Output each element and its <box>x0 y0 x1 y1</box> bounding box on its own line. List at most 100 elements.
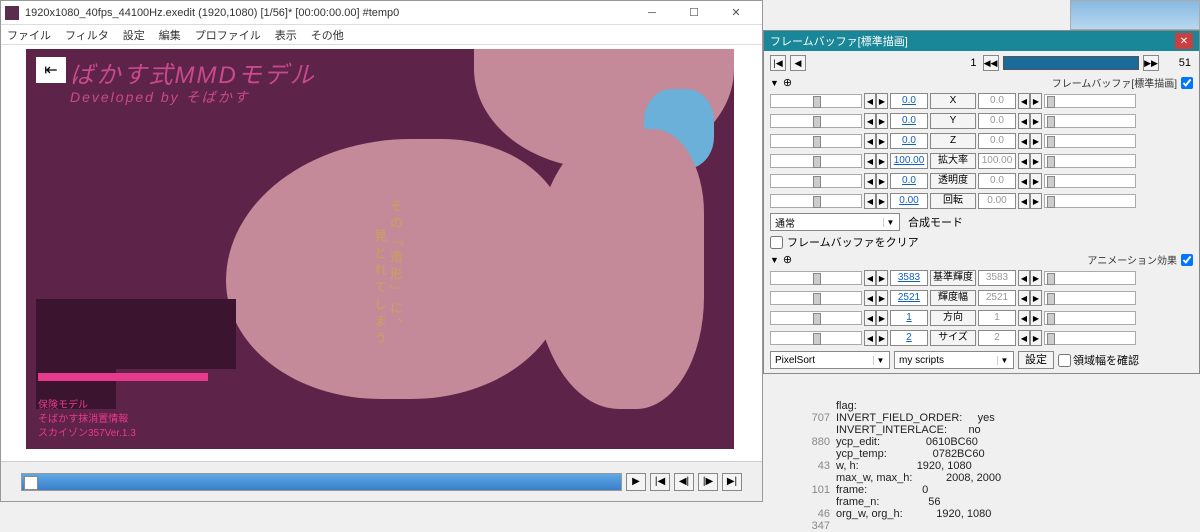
increment-icon[interactable]: ▶ <box>876 270 888 286</box>
value-right[interactable]: 3583 <box>978 270 1016 286</box>
property-name-button[interactable]: 透明度 <box>930 173 976 189</box>
frame-back-icon[interactable]: ◀◀ <box>983 55 999 71</box>
spinner-left[interactable]: ◀▶ <box>864 153 888 169</box>
value-slider-left[interactable] <box>770 311 862 325</box>
value-right[interactable]: 1 <box>978 310 1016 326</box>
region-check-checkbox[interactable] <box>1058 354 1071 367</box>
step-back2-button[interactable]: ◀| <box>674 473 694 491</box>
close-button[interactable]: ✕ <box>722 4 750 22</box>
spinner-left[interactable]: ◀▶ <box>864 93 888 109</box>
increment-icon[interactable]: ▶ <box>1030 93 1042 109</box>
decrement-icon[interactable]: ◀ <box>1018 153 1030 169</box>
step-fwd2-button[interactable]: ▶| <box>722 473 742 491</box>
property-name-button[interactable]: 回転 <box>930 193 976 209</box>
menu-other[interactable]: その他 <box>311 27 344 43</box>
property-name-button[interactable]: 輝度幅 <box>930 290 976 306</box>
spinner-right[interactable]: ◀▶ <box>1018 310 1042 326</box>
property-name-button[interactable]: 方向 <box>930 310 976 326</box>
spinner-right[interactable]: ◀▶ <box>1018 270 1042 286</box>
script-folder-combo[interactable]: my scripts ▼ <box>894 351 1014 369</box>
menu-filter[interactable]: フィルタ <box>65 27 109 43</box>
value-slider-right[interactable] <box>1044 331 1136 345</box>
value-right[interactable]: 2 <box>978 330 1016 346</box>
value-slider-right[interactable] <box>1044 114 1136 128</box>
property-name-button[interactable]: X <box>930 93 976 109</box>
decrement-icon[interactable]: ◀ <box>1018 93 1030 109</box>
spinner-left[interactable]: ◀▶ <box>864 113 888 129</box>
spinner-right[interactable]: ◀▶ <box>1018 153 1042 169</box>
property-name-button[interactable]: 基準輝度 <box>930 270 976 286</box>
value-slider-right[interactable] <box>1044 194 1136 208</box>
collapse-icon[interactable]: ▼ <box>770 78 779 88</box>
decrement-icon[interactable]: ◀ <box>864 193 876 209</box>
increment-icon[interactable]: ▶ <box>1030 310 1042 326</box>
value-slider-left[interactable] <box>770 154 862 168</box>
value-slider-right[interactable] <box>1044 154 1136 168</box>
spinner-left[interactable]: ◀▶ <box>864 173 888 189</box>
menu-view[interactable]: 表示 <box>275 27 297 43</box>
spinner-left[interactable]: ◀▶ <box>864 330 888 346</box>
increment-icon[interactable]: ▶ <box>1030 290 1042 306</box>
value-slider-right[interactable] <box>1044 291 1136 305</box>
value-right[interactable]: 0.0 <box>978 173 1016 189</box>
section-framebuffer-head[interactable]: ▼ ⊕ フレームバッファ[標準描画] <box>770 75 1193 90</box>
value-slider-right[interactable] <box>1044 311 1136 325</box>
panel-titlebar[interactable]: フレームバッファ[標準描画] ✕ <box>764 31 1199 51</box>
value-slider-left[interactable] <box>770 331 862 345</box>
maximize-button[interactable]: ☐ <box>680 4 708 22</box>
value-slider-left[interactable] <box>770 174 862 188</box>
value-left[interactable]: 1 <box>890 310 928 326</box>
value-left[interactable]: 2521 <box>890 290 928 306</box>
decrement-icon[interactable]: ◀ <box>1018 133 1030 149</box>
value-left[interactable]: 0.0 <box>890 133 928 149</box>
spinner-right[interactable]: ◀▶ <box>1018 93 1042 109</box>
spinner-left[interactable]: ◀▶ <box>864 133 888 149</box>
property-name-button[interactable]: Y <box>930 113 976 129</box>
frame-position-bar[interactable] <box>1003 56 1140 70</box>
increment-icon[interactable]: ▶ <box>876 133 888 149</box>
region-check-label[interactable]: 領域幅を確認 <box>1058 352 1139 368</box>
value-left[interactable]: 0.0 <box>890 113 928 129</box>
menu-settings[interactable]: 設定 <box>123 27 145 43</box>
value-slider-left[interactable] <box>770 94 862 108</box>
spinner-left[interactable]: ◀▶ <box>864 310 888 326</box>
decrement-icon[interactable]: ◀ <box>864 290 876 306</box>
spinner-right[interactable]: ◀▶ <box>1018 113 1042 129</box>
decrement-icon[interactable]: ◀ <box>1018 113 1030 129</box>
blend-mode-combo[interactable]: 通常 ▼ <box>770 213 900 231</box>
decrement-icon[interactable]: ◀ <box>864 173 876 189</box>
value-left[interactable]: 100.00 <box>890 153 928 169</box>
decrement-icon[interactable]: ◀ <box>1018 173 1030 189</box>
value-left[interactable]: 0.0 <box>890 93 928 109</box>
spinner-right[interactable]: ◀▶ <box>1018 133 1042 149</box>
step-fwd-button[interactable]: |▶ <box>698 473 718 491</box>
value-left[interactable]: 3583 <box>890 270 928 286</box>
increment-icon[interactable]: ▶ <box>876 173 888 189</box>
increment-icon[interactable]: ▶ <box>1030 153 1042 169</box>
property-name-button[interactable]: サイズ <box>930 330 976 346</box>
spinner-right[interactable]: ◀▶ <box>1018 193 1042 209</box>
decrement-icon[interactable]: ◀ <box>864 310 876 326</box>
frame-first-icon[interactable]: |◀ <box>770 55 786 71</box>
value-slider-left[interactable] <box>770 134 862 148</box>
property-name-button[interactable]: 拡大率 <box>930 153 976 169</box>
panel-close-button[interactable]: ✕ <box>1175 33 1193 49</box>
decrement-icon[interactable]: ◀ <box>1018 290 1030 306</box>
decrement-icon[interactable]: ◀ <box>864 113 876 129</box>
frame-prev-icon[interactable]: ◀ <box>790 55 806 71</box>
decrement-icon[interactable]: ◀ <box>1018 193 1030 209</box>
value-slider-left[interactable] <box>770 114 862 128</box>
menu-edit[interactable]: 編集 <box>159 27 181 43</box>
section-enable-checkbox[interactable] <box>1181 254 1193 266</box>
frame-fwd-icon[interactable]: ▶▶ <box>1143 55 1159 71</box>
value-right[interactable]: 100.00 <box>978 153 1016 169</box>
value-right[interactable]: 0.0 <box>978 113 1016 129</box>
menu-file[interactable]: ファイル <box>7 27 51 43</box>
value-left[interactable]: 0.0 <box>890 173 928 189</box>
clear-framebuffer-checkbox[interactable] <box>770 236 783 249</box>
value-slider-right[interactable] <box>1044 134 1136 148</box>
increment-icon[interactable]: ▶ <box>1030 173 1042 189</box>
decrement-icon[interactable]: ◀ <box>864 93 876 109</box>
value-slider-left[interactable] <box>770 194 862 208</box>
spinner-right[interactable]: ◀▶ <box>1018 330 1042 346</box>
